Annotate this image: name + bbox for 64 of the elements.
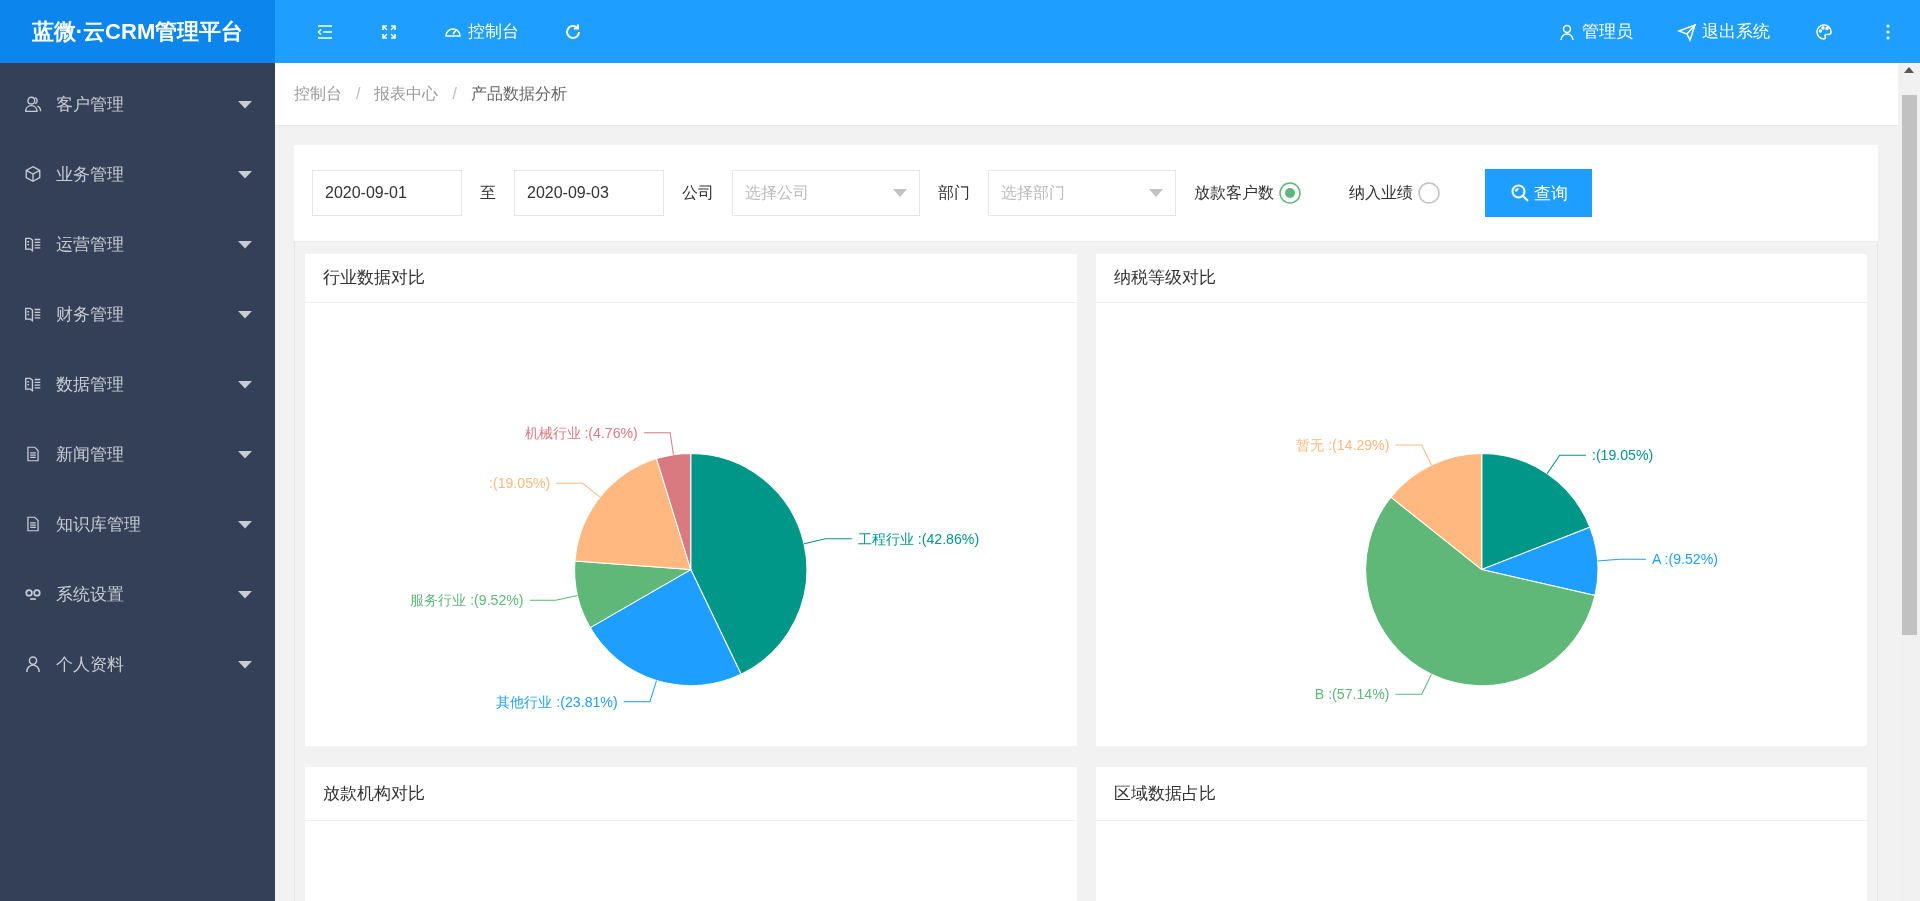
cube-icon <box>24 165 42 183</box>
sidebar-item[interactable]: 业务管理 <box>0 139 275 209</box>
sidebar-label: 知识库管理 <box>56 513 142 536</box>
sidebar-item[interactable]: 个人资料 <box>0 629 275 699</box>
slice-label: 其他行业 :(23.81%) <box>496 693 618 710</box>
slice-label: A :(9.52%) <box>1651 551 1718 567</box>
slice-label: :(19.05%) <box>489 475 551 492</box>
sidebar-item[interactable]: 运营管理 <box>0 209 275 279</box>
leader-line <box>643 432 674 455</box>
sidebar-label: 新闻管理 <box>56 443 125 466</box>
leader-line <box>555 482 601 498</box>
app-logo: 蓝微·云CRM管理平台 <box>0 0 275 63</box>
sidebar-label: 个人资料 <box>56 653 125 676</box>
caret-icon <box>893 189 907 197</box>
chart-title: 行业数据对比 <box>305 254 1077 303</box>
breadcrumb-separator: / <box>356 85 361 103</box>
leader-line <box>623 679 657 702</box>
leader-line <box>1596 558 1646 562</box>
leader-line <box>529 594 579 601</box>
chart-title: 放款机构对比 <box>305 767 1077 821</box>
person-icon <box>24 655 42 673</box>
slice-label: 工程行业 :(42.86%) <box>857 530 980 547</box>
sidebar-label: 系统设置 <box>56 583 125 606</box>
sidebar-label: 数据管理 <box>56 373 125 396</box>
slice-label: :(19.05%) <box>1591 447 1653 464</box>
department-label: 部门 <box>938 182 970 203</box>
document-icon <box>24 445 42 463</box>
slice-label: 机械行业 :(4.76%) <box>524 424 638 441</box>
sidebar-item[interactable]: 客户管理 <box>0 69 275 139</box>
leader-line <box>1394 444 1432 466</box>
document-icon <box>24 515 42 533</box>
caret-icon <box>1149 189 1163 197</box>
sidebar-label: 业务管理 <box>56 163 125 186</box>
breadcrumb-link[interactable]: 产品数据分析 <box>470 83 567 105</box>
book-icon <box>24 235 42 253</box>
range-separator: 至 <box>480 182 496 203</box>
scroll-up-icon[interactable] <box>1904 67 1914 73</box>
sidebar-label: 财务管理 <box>56 303 125 326</box>
leader-line <box>1394 673 1432 695</box>
book-icon <box>24 305 42 323</box>
sidebar-item[interactable]: 知识库管理 <box>0 489 275 559</box>
slice-label: 暂无 :(14.29%) <box>1295 436 1389 453</box>
end-date-field[interactable]: 2020-09-03 <box>514 170 664 216</box>
company-label: 公司 <box>682 182 714 203</box>
paper-plane-icon <box>1677 21 1697 42</box>
leader-line <box>803 538 853 544</box>
sidebar-item[interactable]: 财务管理 <box>0 279 275 349</box>
sidebar-label: 客户管理 <box>56 93 125 116</box>
start-date-field[interactable]: 2020-09-01 <box>312 170 462 216</box>
leader-line <box>1546 454 1586 474</box>
sidebar-item[interactable]: 数据管理 <box>0 349 275 419</box>
book-icon <box>24 375 42 393</box>
slice-label: 服务行业 :(9.52%) <box>410 592 524 609</box>
search-icon <box>1509 183 1530 203</box>
sidebar-item[interactable]: 新闻管理 <box>0 419 275 489</box>
sidebar-label: 运营管理 <box>56 233 125 256</box>
sidebar-item[interactable]: 系统设置 <box>0 559 275 629</box>
chart-title: 区域数据占比 <box>1095 767 1867 821</box>
radio-option[interactable]: 纳入业绩 <box>1349 182 1440 204</box>
radio-option[interactable]: 放款客户数 <box>1194 182 1301 204</box>
chart-title: 纳税等级对比 <box>1095 254 1867 303</box>
breadcrumb-separator: / <box>452 85 457 103</box>
slice-label: B :(57.14%) <box>1314 686 1389 702</box>
users-icon <box>24 95 42 113</box>
